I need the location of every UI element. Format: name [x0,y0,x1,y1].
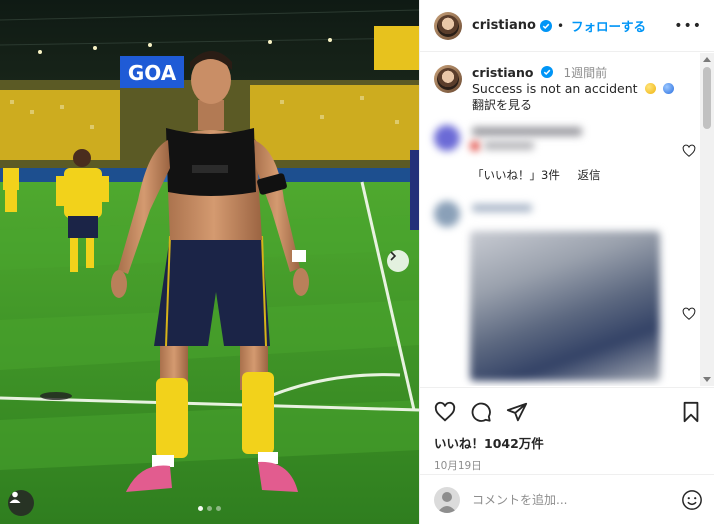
scroll-thumb[interactable] [703,67,711,129]
chevron-right-icon [390,251,397,261]
scroll-down-arrow-icon[interactable] [703,377,711,382]
billboard-text: GOA [128,61,177,85]
comment-redacted-text [484,141,534,150]
comment-item: 「いいね！」3件 返信 [434,125,696,185]
carousel-dot [216,506,221,511]
comments-scrollbar[interactable] [700,53,714,386]
default-avatar-icon [437,491,457,513]
caption-avatar[interactable] [434,65,462,93]
comment-like-heart-icon[interactable] [682,307,696,321]
save-button[interactable] [681,401,701,423]
heart-icon [434,401,456,422]
carousel-indicator [198,506,221,511]
verified-badge-icon [539,19,552,32]
yellow-circle-emoji [644,83,656,94]
blue-circle-emoji [662,83,674,94]
likes-count[interactable]: いいね！1042万件 [434,433,701,452]
comment-item [434,201,696,386]
comment-like-heart-icon[interactable] [682,144,696,158]
comment-icon [471,402,491,422]
comment-avatar [434,201,460,227]
caption: cristiano 1週間前 Success is not an acciden… [420,53,701,113]
comments-list[interactable]: cristiano 1週間前 Success is not an acciden… [420,53,701,386]
person-icon [9,491,21,503]
post-photo: GOA [0,0,419,524]
comment-button[interactable] [470,401,492,423]
comment-redacted-name [472,204,532,212]
carousel-dot [207,506,212,511]
comment-meta: 「いいね！」3件 返信 [472,167,600,183]
smile-icon [682,489,702,510]
post-actions: いいね！1042万件 10月19日 [420,387,714,473]
comment-avatar [434,125,460,151]
comment-redacted-name [472,127,582,136]
tagged-people-button[interactable] [8,490,34,516]
share-icon [506,402,528,422]
post-side-panel: cristiano • フォローする ••• cristiano 1週間前 Su… [419,0,714,524]
more-options-icon[interactable]: ••• [674,18,702,34]
verified-badge-icon [541,66,554,78]
reply-button[interactable]: 返信 [577,168,600,182]
scroll-up-arrow-icon[interactable] [703,57,711,62]
header-separator: • [556,18,565,33]
like-button[interactable] [434,401,456,423]
current-user-avatar [434,486,460,513]
post-date[interactable]: 10月19日 [434,458,701,473]
post-header: cristiano • フォローする ••• [420,0,714,52]
next-photo-button[interactable] [387,250,409,272]
follow-button[interactable]: フォローする [571,16,646,35]
avatar[interactable] [434,11,462,40]
share-button[interactable] [506,401,528,423]
comment-input[interactable] [472,492,662,507]
bookmark-icon [683,401,699,423]
caption-time: 1週間前 [563,66,608,80]
photo-illustration: GOA [0,0,419,524]
caption-username[interactable]: cristiano [472,65,533,80]
action-icons [434,400,701,424]
header-username[interactable]: cristiano [472,18,536,33]
comment-likes[interactable]: 「いいね！」3件 [472,168,560,182]
add-comment-bar [420,474,714,524]
caption-text: Success is not an accident [472,81,638,96]
comment-redacted-media [470,231,660,381]
carousel-dot [198,506,203,511]
see-translation-link[interactable]: 翻訳を見る [472,97,674,113]
emoji-picker-button[interactable] [681,489,703,511]
comment-redacted-emoji [470,141,480,151]
